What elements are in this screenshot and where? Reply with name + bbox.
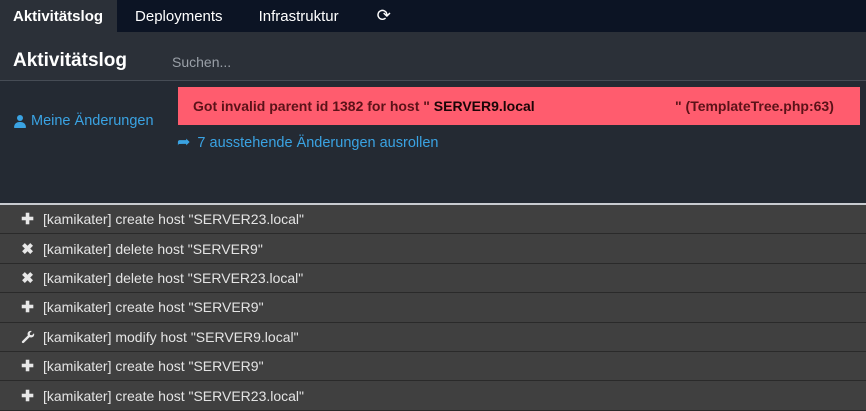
plus-icon: ✚ [21,211,34,229]
user-icon [14,114,26,128]
tab-infrastruktur[interactable]: Infrastruktur [241,0,357,32]
tab-aktivitaetslog[interactable]: Aktivitätslog [0,0,118,32]
error-host: SERVER9.local [433,98,535,114]
list-item[interactable]: ✖ [kamikater] delete host "SERVER23.loca… [0,263,866,294]
list-item-text: [kamikater] delete host "SERVER9" [43,240,263,257]
error-suffix: " (TemplateTree.php:63) [675,98,834,114]
search-input[interactable] [166,51,478,73]
list-item[interactable]: ✚ [kamikater] create host "SERVER23.loca… [0,205,866,235]
error-message: Got invalid parent id 1382 for host " SE… [178,87,860,125]
list-item-text: [kamikater] create host "SERVER9" [43,358,264,375]
list-item[interactable]: ✖ [kamikater] delete host "SERVER9" [0,234,866,264]
list-item-text: [kamikater] modify host "SERVER9.local" [43,328,299,345]
top-navigation: Aktivitätslog Deployments Infrastruktur … [0,0,866,32]
plus-icon: ✚ [21,387,34,405]
rollout-link[interactable]: ➦ 7 ausstehende Änderungen ausrollen [177,134,439,152]
my-changes-label: Meine Änderungen [31,113,154,129]
list-item-text: [kamikater] create host "SERVER23.local" [43,211,305,228]
list-item[interactable]: ✚ [kamikater] create host "SERVER23.loca… [0,381,866,411]
page-title: Aktivitätslog [13,50,128,71]
list-item[interactable]: [kamikater] modify host "SERVER9.local" [0,322,866,352]
page-header: Aktivitätslog [0,32,866,80]
list-item-text: [kamikater] create host "SERVER23.local" [43,387,305,404]
list-item[interactable]: ✚ [kamikater] create host "SERVER9" [0,351,866,382]
rollout-label: 7 ausstehende Änderungen ausrollen [197,135,439,151]
wrench-icon [19,328,36,345]
activity-list: ✚ [kamikater] create host "SERVER23.loca… [0,205,866,411]
plus-icon: ✚ [21,358,34,376]
refresh-icon[interactable]: ⟳ [357,0,411,32]
list-item[interactable]: ✚ [kamikater] create host "SERVER9" [0,293,866,323]
error-prefix: Got invalid parent id 1382 for host " [193,98,434,114]
cross-icon: ✖ [21,240,34,258]
list-item-text: [kamikater] delete host "SERVER23.local" [43,269,304,286]
my-changes-link[interactable]: Meine Änderungen [14,113,154,129]
cross-icon: ✖ [21,269,34,287]
tab-deployments[interactable]: Deployments [117,0,241,32]
share-icon: ➦ [177,134,191,151]
plus-icon: ✚ [21,299,34,317]
list-item-text: [kamikater] create host "SERVER9" [43,299,264,316]
